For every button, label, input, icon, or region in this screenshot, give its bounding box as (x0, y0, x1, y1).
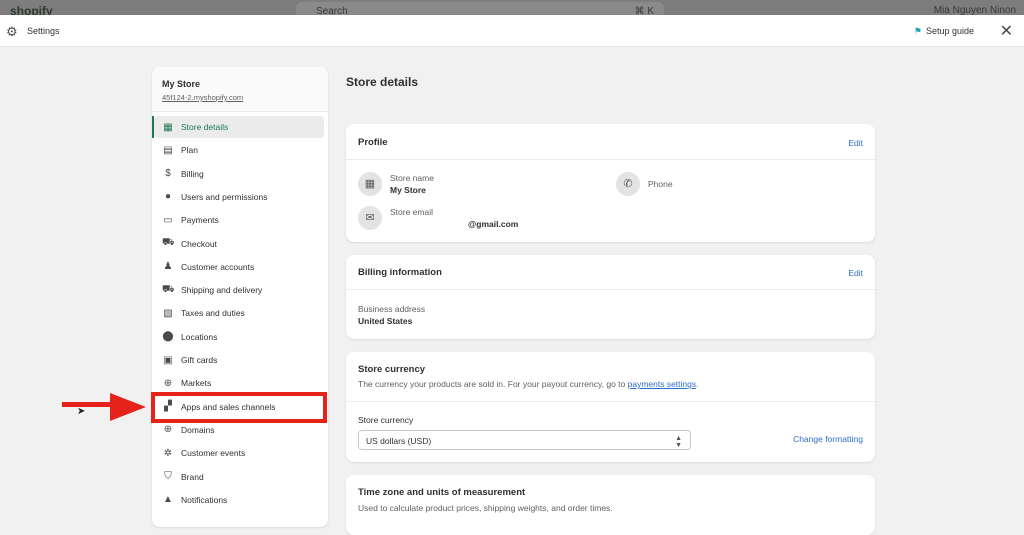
payments-settings-link[interactable]: payments settings (628, 379, 697, 389)
sidebar-item-label: Plan (181, 145, 199, 156)
flag-icon: ⚑ (913, 26, 922, 36)
sidebar-item-label: Gift cards (181, 355, 218, 365)
cart-icon: ⛟ (162, 237, 175, 248)
billing-title: Billing information (358, 267, 442, 278)
sidebar-item-shipping-and-delivery[interactable]: ⛟ Shipping and delivery (154, 279, 324, 301)
divider (346, 289, 875, 290)
sidebar-item-label: Domains (181, 424, 215, 435)
search-shortcut: ⌘ K (634, 6, 654, 15)
shopify-logo: shopify (10, 4, 53, 15)
setup-guide-label: Setup guide (925, 26, 974, 36)
highlight-box (151, 392, 327, 423)
user-circle-icon: ● (164, 191, 172, 203)
billing-card: Billing information Edit Business addres… (346, 255, 875, 339)
globe-icon: ⊕ (163, 377, 173, 389)
mouse-cursor-icon: ➤ (77, 406, 86, 417)
settings-title: Settings (27, 26, 60, 36)
currency-field-label: Store currency (358, 415, 414, 425)
sidebar-item-label: Store details (181, 122, 229, 132)
globe-icon: ⊕ (163, 424, 173, 436)
brand-icon: ⛉ (164, 471, 172, 482)
payments-icon: ▭ (163, 214, 173, 226)
address-value: United States (358, 316, 413, 326)
currency-selected: US dollars (USD) (366, 436, 432, 446)
sidebar-item-payments[interactable]: ▭ Payments (154, 209, 324, 231)
truck-icon: ⛟ (162, 283, 175, 295)
email-label: Store email (390, 207, 433, 217)
mail-icon: ✉ (358, 206, 382, 230)
profile-card: Profile Edit ▦ Store name My Store ✆ Pho… (346, 124, 875, 242)
change-formatting-link[interactable]: Change formatting (793, 434, 863, 444)
phone-label: Phone (648, 179, 673, 189)
sidebar-item-taxes-and-duties[interactable]: ▧ Taxes and duties (154, 302, 324, 324)
setup-guide-button[interactable]: ⚑ Setup guide (914, 26, 974, 37)
select-arrows-icon: ▲ ▼ (675, 435, 682, 449)
divider (346, 401, 875, 402)
timezone-title: Time zone and units of measurement (358, 487, 526, 498)
phone-icon: ✆ (616, 172, 640, 196)
store-icon: ▦ (358, 172, 382, 196)
currency-title: Store currency (358, 364, 426, 375)
store-icon: ▦ (163, 121, 173, 133)
sidebar-item-label: Taxes and duties (181, 308, 245, 319)
close-icon[interactable]: ✕ (1000, 21, 1013, 41)
sidebar-item-customer-accounts[interactable]: ♟ Customer accounts (154, 256, 324, 278)
sidebar-item-label: Payments (181, 215, 219, 226)
sidebar-item-label: Billing (181, 168, 204, 179)
sidebar-item-notifications[interactable]: ▲ Notifications (154, 489, 324, 511)
sidebar-item-users-and-permissions[interactable]: ● Users and permissions (154, 186, 324, 208)
timezone-card: Time zone and units of measurement Used … (346, 475, 875, 535)
sidebar-item-checkout[interactable]: ⛟ Checkout (154, 233, 324, 255)
store-name: My Store (162, 79, 201, 89)
sidebar-item-markets[interactable]: ⊕ Markets (154, 372, 324, 394)
address-label: Business address (358, 304, 426, 314)
sidebar-item-label: Users and permissions (181, 191, 268, 202)
sidebar-item-gift-cards[interactable]: ▣ Gift cards (154, 349, 324, 371)
currency-description: The currency your products are sold in. … (358, 379, 699, 389)
email-value: @gmail.com (468, 219, 519, 229)
settings-header: ⚙ Settings ⚑ Setup guide ✕ (0, 15, 1024, 47)
sidebar-item-label: Checkout (181, 238, 217, 249)
sidebar-item-label: Notifications (181, 494, 228, 505)
bell-icon: ▲ (163, 494, 173, 506)
profile-title: Profile (358, 137, 388, 148)
sidebar-item-label: Customer accounts (181, 261, 255, 272)
sidebar-item-label: Brand (181, 471, 204, 482)
sidebar-item-label: Markets (181, 378, 212, 389)
search-bar[interactable]: Search ⌘ K (296, 2, 664, 15)
arrow-head (110, 393, 146, 421)
store-url[interactable]: 45f124-2.myshopify.com (162, 93, 318, 102)
currency-card: Store currency The currency your product… (346, 352, 875, 462)
sidebar-item-label: Shipping and delivery (181, 285, 263, 296)
person-icon: ♟ (163, 261, 173, 273)
billing-edit-link[interactable]: Edit (848, 268, 863, 278)
billing-icon: $ (165, 168, 171, 180)
store-name-value: My Store (390, 185, 426, 195)
sidebar-item-plan[interactable]: ▤ Plan (154, 139, 324, 161)
currency-select[interactable]: US dollars (USD) ▲ ▼ (358, 430, 691, 450)
timezone-description: Used to calculate product prices, shippi… (358, 503, 613, 513)
page-title: Store details (346, 75, 419, 89)
location-pin-icon: ⬤ (162, 331, 174, 343)
user-name[interactable]: Mia Nguyen Ninon (934, 5, 1016, 15)
sidebar-item-label: Customer events (181, 448, 246, 459)
gift-icon: ▣ (163, 354, 173, 366)
gear-icon: ⚙ (6, 24, 18, 39)
sidebar-item-locations[interactable]: ⬤ Locations (154, 326, 324, 348)
settings-sidebar: My Store 45f124-2.myshopify.com ▦ Store d… (152, 67, 328, 527)
plan-icon: ▤ (163, 144, 173, 156)
sidebar-item-label: Locations (181, 331, 218, 342)
receipt-icon: ▧ (163, 307, 173, 319)
sidebar-item-store-details[interactable]: ▦ Store details (152, 116, 324, 138)
store-header: My Store 45f124-2.myshopify.com (152, 67, 328, 112)
events-icon: ✲ (163, 447, 173, 459)
admin-top-bar: shopify Search ⌘ K Mia Nguyen Ninon (0, 0, 1024, 15)
store-name-label: Store name (390, 173, 434, 183)
profile-edit-link[interactable]: Edit (848, 138, 863, 148)
sidebar-item-billing[interactable]: $ Billing (154, 163, 324, 185)
search-placeholder: Search (316, 6, 348, 15)
divider (346, 159, 875, 160)
sidebar-item-brand[interactable]: ⛉ Brand (154, 466, 324, 488)
sidebar-item-customer-events[interactable]: ✲ Customer events (154, 442, 324, 464)
